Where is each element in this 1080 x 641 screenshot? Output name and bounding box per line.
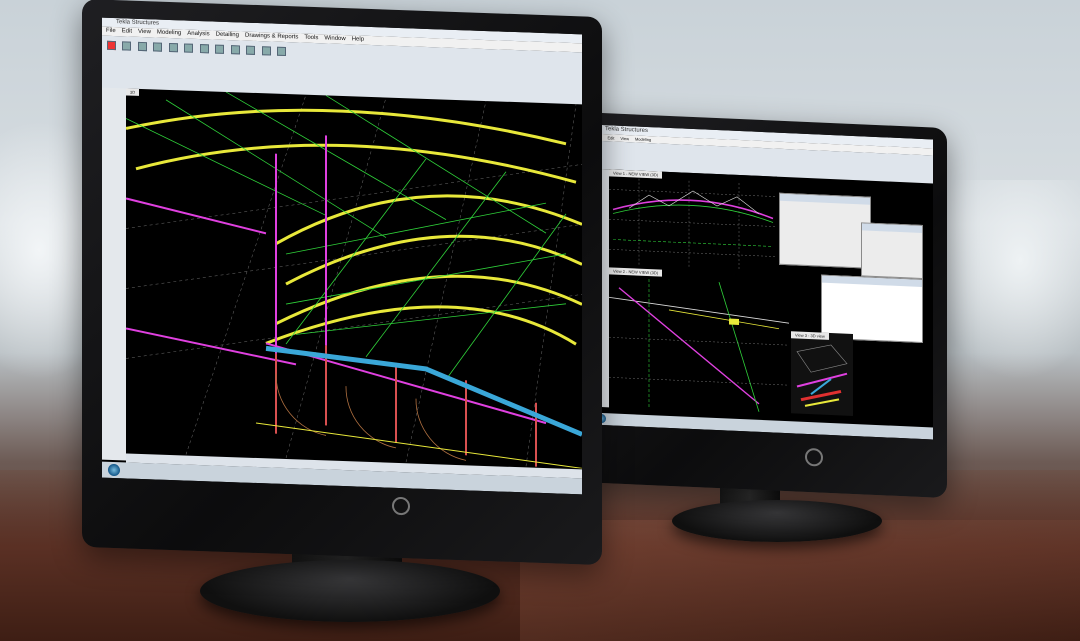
- left-screen: Tekla Structures File Edit View Modeling…: [102, 17, 582, 495]
- menu-help[interactable]: Help: [352, 35, 364, 44]
- 3d-mini-model: [796, 344, 848, 407]
- menu-edit[interactable]: Edit: [122, 27, 132, 36]
- open-icon[interactable]: [137, 41, 147, 52]
- connection-detail-drawing: [609, 279, 789, 412]
- background-blur-right: [930, 180, 1080, 380]
- right-viewport-top[interactable]: View 1 - NEW VIEW (3D): [609, 169, 777, 273]
- right-monitor: Tekla Structures File Edit View Modeling…: [577, 111, 947, 499]
- redo-icon[interactable]: [184, 43, 194, 53]
- menu-tools[interactable]: Tools: [304, 34, 318, 43]
- power-logo-icon[interactable]: [805, 447, 823, 467]
- zoom-icon[interactable]: [230, 45, 240, 55]
- right-screen: Tekla Structures File Edit View Modeling…: [591, 124, 933, 440]
- left-sidebar-tools: [102, 87, 126, 461]
- right-viewport-3d[interactable]: View 3 - 3D view: [791, 331, 853, 416]
- dialog-titlebar: [780, 193, 870, 205]
- power-logo-icon[interactable]: [392, 496, 410, 516]
- new-model-icon[interactable]: [122, 41, 132, 51]
- right-viewport-detail[interactable]: View 2 - NEW VIEW (3D): [609, 267, 789, 414]
- measure-icon[interactable]: [276, 46, 286, 57]
- truss-elevation-drawing: [609, 178, 777, 272]
- viewport-title: 3D: [126, 88, 140, 96]
- close-icon[interactable]: [107, 40, 116, 51]
- dialog-titlebar: [862, 223, 922, 233]
- select-icon[interactable]: [199, 44, 209, 54]
- left-monitor-base: [200, 560, 500, 622]
- right-monitor-base: [672, 500, 882, 542]
- right-small-dialog[interactable]: [861, 222, 923, 280]
- windows-start-icon[interactable]: [108, 463, 120, 477]
- pan-icon[interactable]: [261, 46, 271, 56]
- steel-structure-model: [126, 91, 582, 469]
- menu-file[interactable]: File: [106, 27, 116, 36]
- rotate-icon[interactable]: [246, 45, 256, 55]
- right-taskbar: [591, 412, 933, 440]
- menu-view[interactable]: View: [138, 28, 151, 37]
- save-icon[interactable]: [153, 42, 163, 52]
- right-property-dialog[interactable]: [779, 192, 871, 269]
- undo-icon[interactable]: [168, 42, 178, 53]
- left-monitor: Tekla Structures File Edit View Modeling…: [82, 0, 602, 566]
- snap-icon[interactable]: [215, 44, 225, 54]
- left-3d-viewport[interactable]: 3D: [126, 88, 582, 469]
